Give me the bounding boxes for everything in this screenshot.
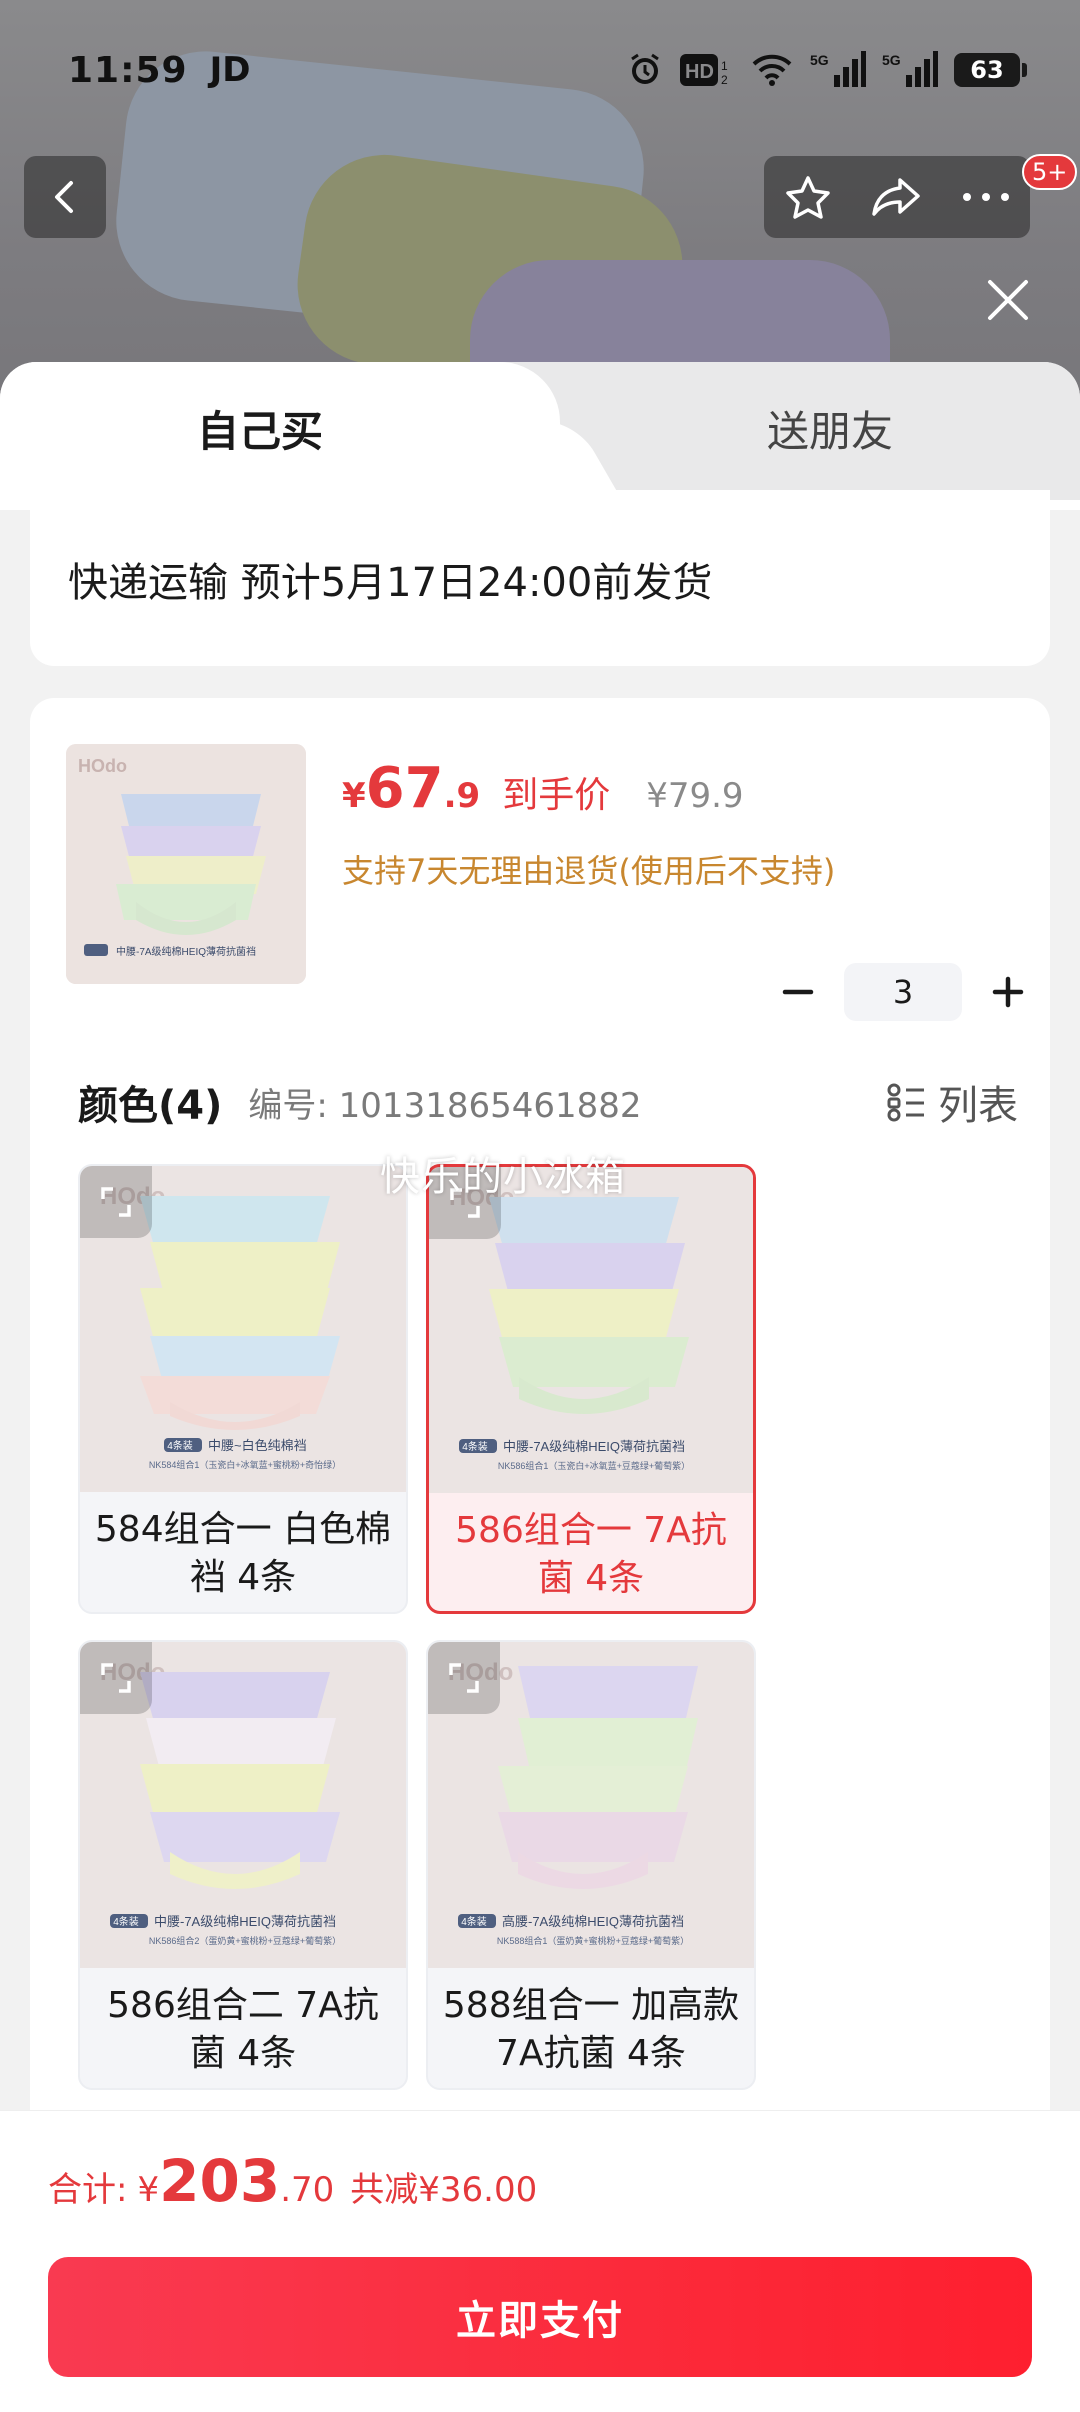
product-thumbnail[interactable]: HOdo 中腰-7A级纯棉HEIQ薄荷抗菌裆 [66, 744, 306, 984]
product-thumbnail-image: HOdo 中腰-7A级纯棉HEIQ薄荷抗菌裆 [66, 744, 306, 984]
color-option-586-combo2[interactable]: HOdo 4条装 中腰-7A级纯棉HEIQ薄荷抗菌裆 NK586组合2（蛋奶黄+… [78, 1640, 408, 2090]
expand-image-button[interactable] [428, 1642, 500, 1714]
battery-icon: 63 [954, 53, 1027, 87]
total-integer: 203 [159, 2147, 281, 2215]
option-subcaption: NK586组合1（玉瓷白+冰氧蓝+豆蔻绿+葡萄紫） [498, 1460, 690, 1471]
alarm-icon [626, 52, 664, 88]
expand-icon [449, 1663, 479, 1693]
delivery-card: 快递运输 预计5月17日24:00前发货 [30, 490, 1050, 666]
svg-text:4条装: 4条装 [113, 1915, 139, 1928]
close-sheet-button[interactable] [980, 272, 1036, 328]
svg-text:HD: HD [685, 61, 714, 83]
svg-text:HOdo: HOdo [78, 756, 127, 776]
color-option-584-combo1[interactable]: HOdo 4条装 中腰~白色纯棉裆 NK584组合1（玉瓷白+冰氧蓝+蜜桃粉+奇… [78, 1164, 408, 1614]
price-row: ¥ 67 .9 到手价 ¥79.9 [342, 756, 744, 821]
price-symbol: ¥ [342, 776, 366, 816]
option-caption: 中腰-7A级纯棉HEIQ薄荷抗菌裆 [154, 1914, 336, 1929]
color-section-header: 颜色(4) 编号: 10131865461882 列表 [78, 1074, 1018, 1130]
option-caption: 中腰~白色纯棉裆 [208, 1438, 307, 1453]
quantity-input[interactable]: 3 [844, 963, 962, 1021]
color-option-588-combo1[interactable]: HOdo 4条装 高腰-7A级纯棉HEIQ薄荷抗菌裆 NK588组合1（蛋奶黄+… [426, 1640, 756, 2090]
svg-text:2: 2 [721, 73, 728, 87]
hd-icon: HD 1 2 [680, 52, 734, 88]
original-price: ¥79.9 [646, 776, 744, 816]
pay-now-button[interactable]: 立即支付 [48, 2257, 1032, 2377]
status-carrier: JD [209, 50, 251, 90]
option-caption: 高腰-7A级纯棉HEIQ薄荷抗菌裆 [502, 1914, 684, 1929]
expand-image-button[interactable] [80, 1642, 152, 1714]
back-button[interactable] [24, 156, 106, 238]
plus-icon [992, 976, 1024, 1008]
status-icons: HD 1 2 5G 5G 63 [626, 51, 1027, 88]
color-option-586-combo1[interactable]: HOdo 4条装 中腰-7A级纯棉HEIQ薄荷抗菌裆 NK586组合1（玉瓷白+… [426, 1164, 756, 1614]
signal-5g-icon: 5G [810, 51, 866, 88]
svg-text:1: 1 [721, 59, 728, 73]
svg-text:4条装: 4条装 [461, 1915, 487, 1928]
wifi-icon [750, 52, 794, 88]
purchase-tabs: 自己买 送朋友 [0, 362, 1080, 502]
star-icon [786, 176, 831, 219]
svg-text:4条装: 4条装 [462, 1440, 488, 1453]
expand-image-button[interactable] [80, 1166, 152, 1238]
increase-quantity-button[interactable] [976, 960, 1040, 1024]
top-toolbar [764, 156, 1030, 238]
total-label: 合计: [48, 2170, 128, 2210]
checkout-bar: 合计: ¥ 203 .70 共减¥36.00 立即支付 [0, 2110, 1080, 2412]
status-bar: 11:59 JD HD 1 2 5G 5G 63 [0, 0, 1080, 140]
expand-icon [101, 1187, 131, 1217]
option-subcaption: NK584组合1（玉瓷白+冰氧蓝+蜜桃粉+奇怡绿） [149, 1459, 341, 1470]
thumbnail-caption: 中腰-7A级纯棉HEIQ薄荷抗菌裆 [116, 945, 256, 958]
list-view-toggle[interactable]: 列表 [886, 1073, 1018, 1131]
order-total: 合计: ¥ 203 .70 共减¥36.00 [48, 2147, 537, 2215]
option-label: 586组合二 7A抗菌 4条 [107, 1985, 379, 2074]
svg-text:5G: 5G [810, 52, 829, 68]
delivery-estimate: 快递运输 预计5月17日24:00前发货 [68, 560, 713, 606]
close-icon [988, 280, 1028, 320]
option-subcaption: NK586组合2（蛋奶黄+蜜桃粉+豆蔻绿+葡萄紫） [149, 1935, 341, 1946]
purchase-sheet: 自己买 送朋友 快递运输 预计5月17日24:00前发货 HOdo 中腰-7A级… [0, 362, 1080, 2412]
return-policy-note: 支持7天无理由退货(使用后不支持) [342, 852, 836, 890]
final-price-tag: 到手价 [502, 775, 611, 816]
product-code: 编号: 10131865461882 [248, 1085, 642, 1126]
color-section-title: 颜色(4) [78, 1083, 223, 1129]
share-button[interactable] [862, 162, 932, 232]
total-decimal: .70 [280, 2170, 335, 2210]
option-subcaption: NK588组合1（蛋奶黄+蜜桃粉+豆蔻绿+葡萄紫） [497, 1935, 689, 1946]
favorite-button[interactable] [773, 162, 843, 232]
total-savings: 共减¥36.00 [350, 2170, 538, 2210]
watermark-text: 快乐的小冰箱 [380, 1154, 626, 1200]
list-icon [887, 1083, 924, 1122]
option-caption: 中腰-7A级纯棉HEIQ薄荷抗菌裆 [503, 1439, 685, 1454]
share-icon [872, 178, 920, 216]
signal-5g-icon: 5G [882, 51, 938, 88]
expand-icon [101, 1663, 131, 1693]
minus-icon [782, 989, 814, 995]
price-integer: 67 [365, 756, 444, 821]
decrease-quantity-button[interactable] [766, 960, 830, 1024]
status-time: 11:59 [68, 49, 188, 91]
list-view-label: 列表 [938, 1083, 1018, 1129]
tab-self-buy-label[interactable]: 自己买 [130, 402, 390, 462]
quantity-stepper: 3 [766, 960, 1040, 1024]
chevron-left-icon [55, 181, 73, 213]
price-decimal: .9 [443, 776, 481, 816]
total-symbol: ¥ [137, 2170, 160, 2210]
more-dots-icon [962, 193, 1009, 201]
option-label: 584组合一 白色棉裆 4条 [94, 1509, 392, 1598]
more-button[interactable] [951, 162, 1021, 232]
tab-gift-label[interactable]: 送朋友 [700, 402, 960, 462]
svg-text:5G: 5G [882, 52, 901, 68]
option-label: 588组合一 加高款 7A抗菌 4条 [442, 1985, 740, 2074]
notification-badge: 5+ [1022, 154, 1078, 190]
svg-text:4条装: 4条装 [167, 1439, 193, 1452]
option-label: 586组合一 7A抗菌 4条 [455, 1510, 727, 1599]
